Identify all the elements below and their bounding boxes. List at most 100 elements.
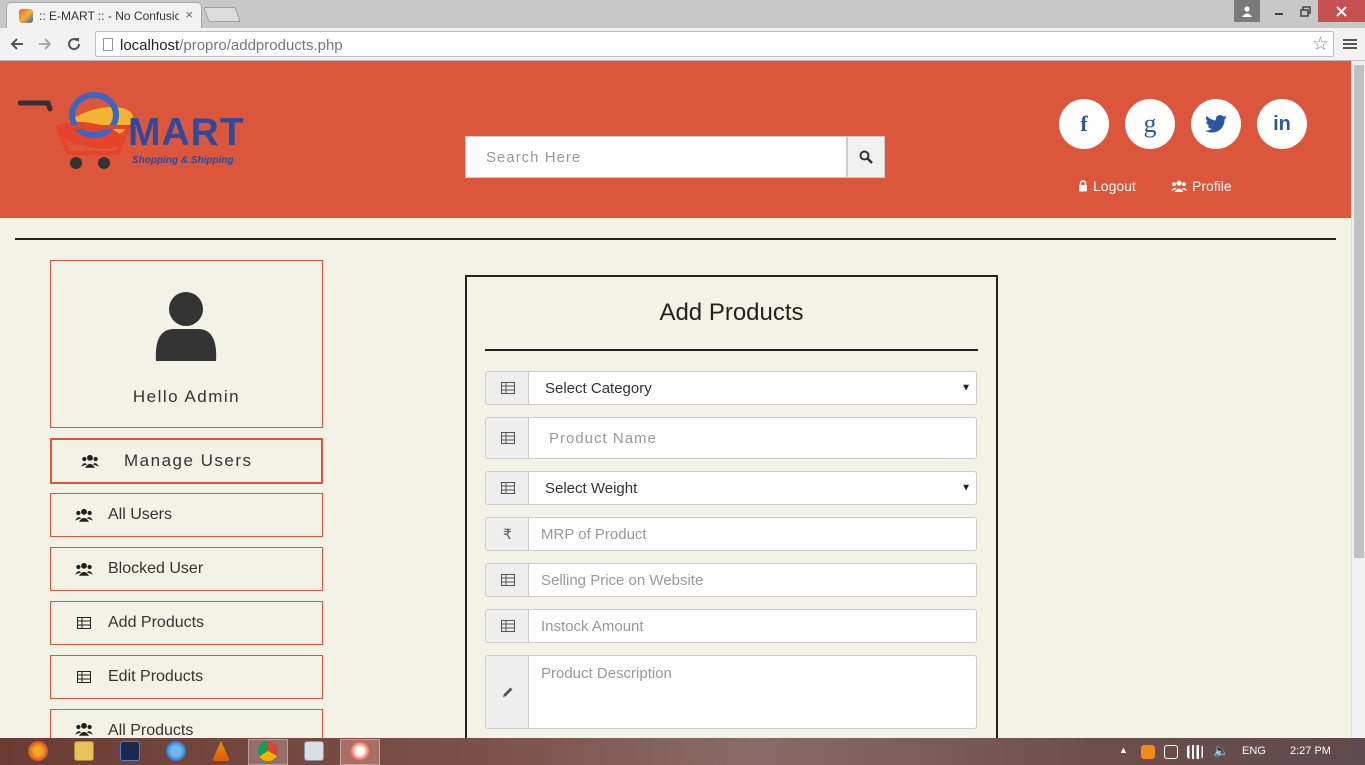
profile-label: Profile xyxy=(1192,178,1232,194)
site-logo[interactable]: MART Shopping & Shipping xyxy=(17,87,248,177)
tab-title: :: E-MART :: - No Confusion xyxy=(39,9,179,23)
sidebar-item-label: All Users xyxy=(108,506,173,523)
search-input[interactable] xyxy=(465,136,847,178)
product-name-input[interactable] xyxy=(528,417,977,459)
users-icon xyxy=(81,454,99,468)
admin-greeting: Hello Admin xyxy=(132,387,241,406)
language-indicator[interactable]: ENG xyxy=(1242,745,1266,757)
search-icon xyxy=(859,150,873,164)
rupee-icon: ₹ xyxy=(485,517,529,551)
search-button[interactable] xyxy=(847,136,885,178)
profile-link[interactable]: Profile xyxy=(1171,178,1232,194)
browser-titlebar: :: E-MART :: - No Confusion × xyxy=(0,0,1365,28)
sidebar-item-label: Blocked User xyxy=(108,560,204,577)
reload-icon[interactable] xyxy=(63,33,85,55)
table-icon xyxy=(485,609,529,643)
dropdown-caret-icon: ▼ xyxy=(961,382,971,394)
sidebar-item-all-users[interactable]: All Users xyxy=(50,493,323,537)
mrp-input[interactable] xyxy=(528,517,977,551)
action-center-icon[interactable] xyxy=(1164,745,1178,759)
tray-expand-icon[interactable]: ▲ xyxy=(1119,745,1128,755)
twitter-icon[interactable] xyxy=(1191,99,1241,149)
manage-users-button[interactable]: Manage Users xyxy=(50,438,323,484)
minimize-button[interactable] xyxy=(1266,0,1292,22)
table-icon xyxy=(485,417,529,459)
page-title: Add Products xyxy=(659,299,804,326)
tab-close-icon[interactable]: × xyxy=(185,7,193,22)
clock[interactable]: 2:27 PM xyxy=(1290,745,1331,757)
page-icon xyxy=(103,38,113,51)
site-header: MART Shopping & Shipping f g in Logout P… xyxy=(0,61,1351,218)
sidebar-item-all-products[interactable]: All Products xyxy=(50,709,323,739)
chrome-icon[interactable] xyxy=(258,741,278,761)
instock-row xyxy=(485,609,977,643)
users-icon xyxy=(75,562,93,576)
weight-row: Select Weight ▼ xyxy=(485,471,977,505)
weight-select-value: Select Weight xyxy=(545,479,638,497)
facebook-icon[interactable]: f xyxy=(1059,99,1109,149)
header-divider xyxy=(15,238,1336,240)
paint-icon[interactable] xyxy=(350,741,370,761)
user-avatar-icon xyxy=(155,292,217,361)
back-arrow-icon[interactable] xyxy=(6,33,28,55)
browser-tab[interactable]: :: E-MART :: - No Confusion × xyxy=(6,2,202,28)
users-icon xyxy=(75,508,93,522)
sidebar-item-add-products[interactable]: Add Products xyxy=(50,601,323,645)
users-icon xyxy=(1171,180,1187,192)
favicon-icon xyxy=(19,9,33,23)
logo-text: MART xyxy=(128,111,245,154)
url-text: localhost/propro/addproducts.php xyxy=(120,37,343,54)
sidebar-item-label: Edit Products xyxy=(108,668,204,685)
xampp-tray-icon[interactable] xyxy=(1141,745,1155,759)
logo-tagline: Shopping & Shipping xyxy=(132,155,234,166)
os-taskbar: ▲ 🔈 ENG 2:27 PM xyxy=(0,738,1365,765)
manage-users-label: Manage Users xyxy=(124,451,253,470)
weight-select[interactable]: Select Weight ▼ xyxy=(528,471,977,505)
description-row xyxy=(485,655,977,729)
file-explorer-icon[interactable] xyxy=(74,741,94,761)
close-window-button[interactable] xyxy=(1318,0,1365,22)
sidebar-item-blocked-user[interactable]: Blocked User xyxy=(50,547,323,591)
firefox-icon[interactable] xyxy=(28,741,48,761)
search-bar xyxy=(465,136,885,178)
table-icon xyxy=(77,671,91,683)
address-bar[interactable]: localhost/propro/addproducts.php ☆ xyxy=(95,31,1334,57)
table-icon xyxy=(77,617,91,629)
title-divider xyxy=(485,349,978,351)
bookmark-star-icon[interactable]: ☆ xyxy=(1312,33,1329,56)
dropdown-caret-icon: ▼ xyxy=(961,482,971,494)
product-name-row xyxy=(485,417,977,459)
sidebar-item-label: Add Products xyxy=(108,614,205,631)
category-select-value: Select Category xyxy=(545,379,652,397)
category-select[interactable]: Select Category ▼ xyxy=(528,371,977,405)
forward-arrow-icon[interactable] xyxy=(34,33,56,55)
selling-price-input[interactable] xyxy=(528,563,977,597)
volume-icon[interactable]: 🔈 xyxy=(1213,743,1229,759)
restore-button[interactable] xyxy=(1292,0,1318,22)
table-icon xyxy=(485,471,529,505)
pencil-icon xyxy=(485,655,529,729)
network-icon[interactable] xyxy=(1187,745,1203,759)
photoshop-icon[interactable] xyxy=(120,741,140,761)
description-textarea[interactable] xyxy=(528,655,977,729)
vlc-icon[interactable] xyxy=(212,741,230,761)
admin-profile-card: Hello Admin xyxy=(50,260,323,428)
logout-label: Logout xyxy=(1093,178,1136,194)
instock-input[interactable] xyxy=(528,609,977,643)
browser-toolbar: localhost/propro/addproducts.php ☆ xyxy=(0,28,1365,61)
new-tab-button[interactable] xyxy=(203,7,241,22)
page-scrollbar[interactable] xyxy=(1351,61,1365,738)
scrollbar-thumb[interactable] xyxy=(1354,65,1364,558)
internet-explorer-icon[interactable] xyxy=(166,741,186,761)
lock-icon xyxy=(1079,180,1087,192)
linkedin-icon[interactable]: in xyxy=(1257,99,1307,149)
users-icon xyxy=(75,722,93,736)
browser-menu-icon[interactable] xyxy=(1340,33,1360,55)
user-profile-icon[interactable] xyxy=(1234,0,1260,22)
category-row: Select Category ▼ xyxy=(485,371,977,405)
google-icon[interactable]: g xyxy=(1125,99,1175,149)
logout-link[interactable]: Logout xyxy=(1078,178,1136,194)
window-app-icon[interactable] xyxy=(304,741,324,761)
mrp-row: ₹ xyxy=(485,517,977,551)
sidebar-item-edit-products[interactable]: Edit Products xyxy=(50,655,323,699)
